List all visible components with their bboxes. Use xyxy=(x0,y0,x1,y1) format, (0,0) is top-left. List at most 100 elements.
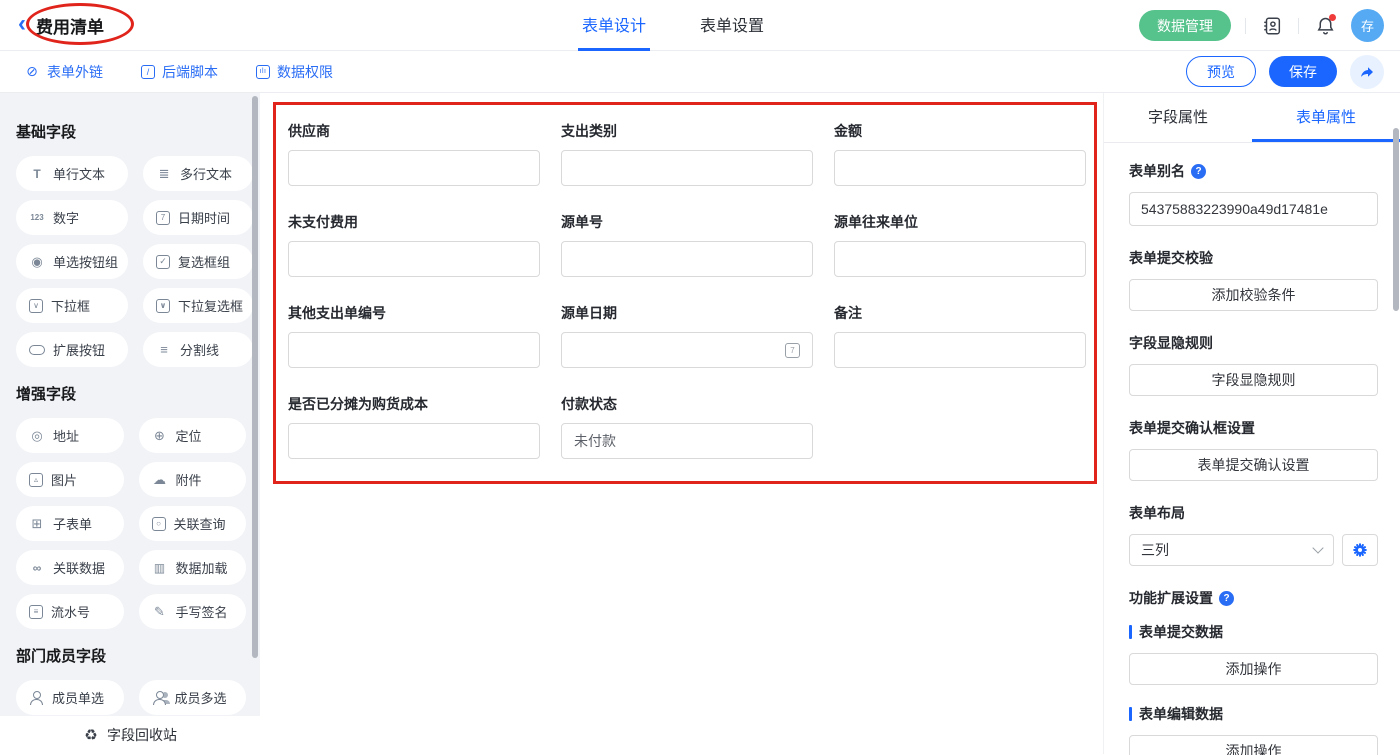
field-input[interactable] xyxy=(288,150,540,186)
field-label: 源单号 xyxy=(561,212,813,232)
field-input[interactable] xyxy=(288,332,540,368)
canvas-field[interactable]: 是否已分摊为购货成本 xyxy=(288,394,540,459)
backend-script-button[interactable]: 后端脚本 xyxy=(141,62,218,82)
data-manage-button[interactable]: 数据管理 xyxy=(1139,10,1231,41)
header-tabs: 表单设计 表单设置 xyxy=(578,0,768,51)
data-permission-icon xyxy=(256,65,270,79)
canvas-field[interactable]: 备注 xyxy=(834,303,1086,368)
field-input[interactable] xyxy=(834,332,1086,368)
field-type-item[interactable]: 分割线 xyxy=(143,332,253,367)
calendar-icon xyxy=(156,211,170,225)
field-type-item[interactable]: 关联数据 xyxy=(16,550,124,585)
canvas-field[interactable]: 支出类别 xyxy=(561,121,813,186)
chevron-down-icon xyxy=(1312,542,1323,553)
field-type-item[interactable]: 数字 xyxy=(16,200,128,235)
canvas-field[interactable]: 供应商 xyxy=(288,121,540,186)
field-type-item[interactable]: 关联查询 xyxy=(139,506,247,541)
field-type-item[interactable]: 日期时间 xyxy=(143,200,253,235)
canvas-field[interactable]: 付款状态 未付款 xyxy=(561,394,813,459)
field-palette-sidebar: 基础字段 单行文本 多行文本 数字 日期时间 单选按钮组 复选框组 下拉框 下拉… xyxy=(0,93,260,754)
field-type-item[interactable]: 数据加载 xyxy=(139,550,247,585)
field-type-item[interactable]: 单选按钮组 xyxy=(16,244,128,279)
image-icon xyxy=(29,473,43,487)
field-type-item[interactable]: 下拉复选框 xyxy=(143,288,253,323)
layout-select[interactable]: 三列 xyxy=(1129,534,1334,566)
serial-icon xyxy=(29,605,43,619)
subform-icon xyxy=(29,516,45,532)
canvas-field[interactable]: 源单日期 7 xyxy=(561,303,813,368)
attachment-icon xyxy=(152,472,168,488)
field-label: 其他支出单编号 xyxy=(288,303,540,323)
divider xyxy=(1298,18,1299,34)
field-input[interactable] xyxy=(561,150,813,186)
field-type-item[interactable]: 手写签名 xyxy=(139,594,247,629)
field-input[interactable]: 7 xyxy=(561,332,813,368)
tab-field-properties[interactable]: 字段属性 xyxy=(1104,93,1252,142)
field-input[interactable] xyxy=(834,241,1086,277)
sidebar-scrollbar[interactable] xyxy=(252,96,258,658)
help-icon[interactable] xyxy=(1219,591,1234,606)
avatar[interactable]: 存 xyxy=(1351,9,1384,42)
field-type-item[interactable]: 成员单选 xyxy=(16,680,124,715)
form-grid: 供应商 支出类别 金额 未支付费用 源单号 源单往来单位 其他支出单编号 源单日… xyxy=(288,121,1086,459)
visibility-rules-button[interactable]: 字段显隐规则 xyxy=(1129,364,1378,396)
data-permission-button[interactable]: 数据权限 xyxy=(256,62,333,82)
form-toolbar: 表单外链 后端脚本 数据权限 预览 保存 xyxy=(0,51,1400,93)
field-type-item[interactable]: 复选框组 xyxy=(143,244,253,279)
form-layout-label: 表单布局 xyxy=(1129,503,1378,523)
canvas-field[interactable]: 未支付费用 xyxy=(288,212,540,277)
tab-form-settings[interactable]: 表单设置 xyxy=(696,0,768,51)
field-input[interactable] xyxy=(561,241,813,277)
bell-icon[interactable] xyxy=(1313,14,1337,38)
external-link-button[interactable]: 表单外链 xyxy=(24,62,103,82)
add-action-button-submit[interactable]: 添加操作 xyxy=(1129,653,1378,685)
form-alias-input[interactable]: 54375883223990a49d17481e xyxy=(1129,192,1378,226)
field-input[interactable]: 未付款 xyxy=(561,423,813,459)
help-icon[interactable] xyxy=(1191,164,1206,179)
tab-form-properties[interactable]: 表单属性 xyxy=(1252,93,1400,142)
share-icon[interactable] xyxy=(1350,55,1384,89)
field-type-item[interactable]: 下拉框 xyxy=(16,288,128,323)
field-label: 源单往来单位 xyxy=(834,212,1086,232)
field-recycle-bin-button[interactable]: 字段回收站 xyxy=(0,716,260,754)
tab-form-design[interactable]: 表单设计 xyxy=(578,0,650,51)
field-type-item[interactable]: 地址 xyxy=(16,418,124,453)
canvas-field[interactable]: 源单往来单位 xyxy=(834,212,1086,277)
submit-confirm-button[interactable]: 表单提交确认设置 xyxy=(1129,449,1378,481)
contacts-icon[interactable] xyxy=(1260,14,1284,38)
canvas-field[interactable]: 其他支出单编号 xyxy=(288,303,540,368)
field-type-item[interactable]: 流水号 xyxy=(16,594,124,629)
field-label: 支出类别 xyxy=(561,121,813,141)
field-type-item[interactable]: 定位 xyxy=(139,418,247,453)
field-type-item[interactable]: 成员多选 xyxy=(139,680,247,715)
field-type-item[interactable]: 子表单 xyxy=(16,506,124,541)
canvas-field[interactable]: 源单号 xyxy=(561,212,813,277)
panel-scrollbar[interactable] xyxy=(1393,128,1399,311)
field-type-item[interactable]: 图片 xyxy=(16,462,124,497)
submit-validation-label: 表单提交校验 xyxy=(1129,248,1378,268)
divider-icon xyxy=(156,342,172,358)
section-title: 增强字段 xyxy=(16,383,246,404)
add-validation-button[interactable]: 添加校验条件 xyxy=(1129,279,1378,311)
page-title: 费用清单 xyxy=(36,13,104,38)
multiselect-icon xyxy=(156,299,170,313)
field-type-item[interactable]: 单行文本 xyxy=(16,156,128,191)
checkbox-icon xyxy=(156,255,170,269)
script-icon xyxy=(141,65,155,79)
add-action-button-edit[interactable]: 添加操作 xyxy=(1129,735,1378,755)
field-type-item[interactable]: 多行文本 xyxy=(143,156,253,191)
lookup-icon xyxy=(152,517,166,531)
gear-icon xyxy=(1352,542,1368,558)
preview-button[interactable]: 预览 xyxy=(1186,56,1256,87)
form-canvas[interactable]: 供应商 支出类别 金额 未支付费用 源单号 源单往来单位 其他支出单编号 源单日… xyxy=(260,93,1103,754)
field-type-item[interactable]: 扩展按钮 xyxy=(16,332,128,367)
field-input[interactable] xyxy=(288,423,540,459)
canvas-field[interactable]: 金额 xyxy=(834,121,1086,186)
save-button[interactable]: 保存 xyxy=(1269,56,1337,87)
layout-gear-button[interactable] xyxy=(1342,534,1378,566)
field-input[interactable] xyxy=(288,241,540,277)
field-type-item[interactable]: 附件 xyxy=(139,462,247,497)
back-icon[interactable]: ‹ xyxy=(18,12,26,36)
single-text-icon xyxy=(29,166,45,182)
field-input[interactable] xyxy=(834,150,1086,186)
